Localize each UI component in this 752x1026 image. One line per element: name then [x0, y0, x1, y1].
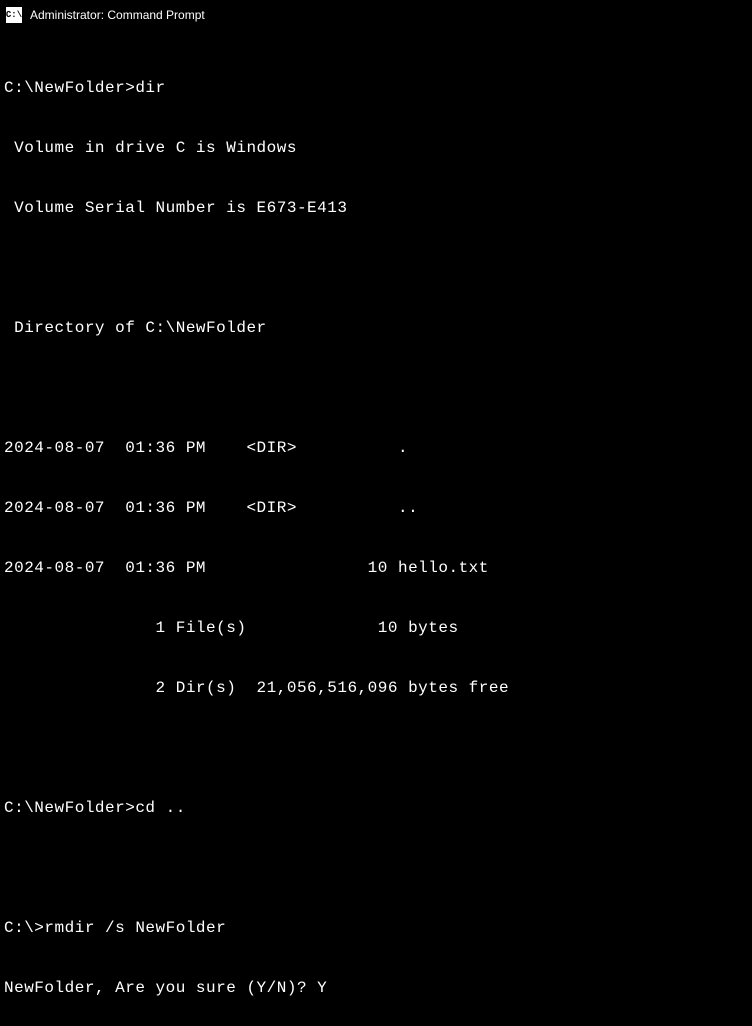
terminal-blank-line: [4, 378, 748, 398]
terminal-output[interactable]: C:\NewFolder>dir Volume in drive C is Wi…: [0, 30, 752, 1026]
window-titlebar: C:\ Administrator: Command Prompt: [0, 0, 752, 30]
window-title: Administrator: Command Prompt: [30, 8, 205, 22]
cmd-icon: C:\: [6, 7, 22, 23]
terminal-line: C:\NewFolder>cd ..: [4, 798, 748, 818]
terminal-line: NewFolder, Are you sure (Y/N)? Y: [4, 978, 748, 998]
terminal-blank-line: [4, 258, 748, 278]
terminal-line: Volume Serial Number is E673-E413: [4, 198, 748, 218]
terminal-line: 1 File(s) 10 bytes: [4, 618, 748, 638]
terminal-blank-line: [4, 858, 748, 878]
terminal-line: C:\>rmdir /s NewFolder: [4, 918, 748, 938]
terminal-line: 2024-08-07 01:36 PM <DIR> ..: [4, 498, 748, 518]
terminal-blank-line: [4, 738, 748, 758]
terminal-line: C:\NewFolder>dir: [4, 78, 748, 98]
terminal-line: 2024-08-07 01:36 PM 10 hello.txt: [4, 558, 748, 578]
terminal-line: 2024-08-07 01:36 PM <DIR> .: [4, 438, 748, 458]
terminal-line: 2 Dir(s) 21,056,516,096 bytes free: [4, 678, 748, 698]
terminal-line: Volume in drive C is Windows: [4, 138, 748, 158]
terminal-line: Directory of C:\NewFolder: [4, 318, 748, 338]
